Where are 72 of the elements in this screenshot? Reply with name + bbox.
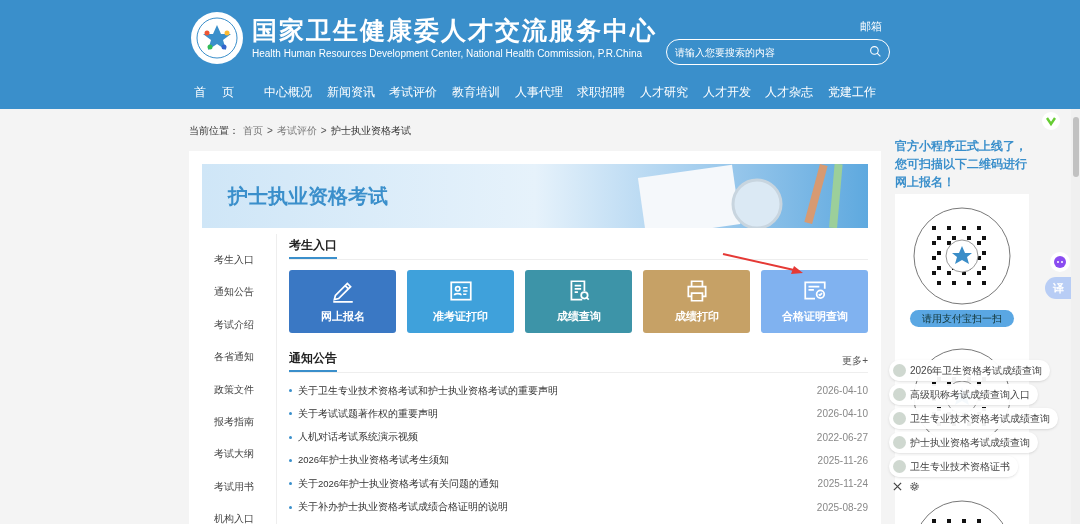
sidebar-item[interactable]: 考试大纲 [202,438,276,471]
nav-item[interactable]: 人才杂志 [761,83,818,101]
floating-link[interactable]: 2026年卫生资格考试成绩查询 [889,360,1051,381]
breadcrumb-link[interactable]: 护士执业资格考试 [330,122,411,138]
floating-link[interactable]: 护士执业资格考试成绩查询 [889,432,1038,453]
bullet-icon [289,389,292,393]
settings-icon[interactable] [910,482,919,491]
notice-link[interactable]: 2026年护士执业资格考试考生须知 [298,453,450,468]
floating-link[interactable]: 卫生专业技术资格证书 [889,456,1018,477]
scan-hint-button[interactable]: 请用支付宝扫一扫 [910,310,1014,327]
sidebar-item[interactable]: 各省通知 [202,341,276,374]
sidebar-item[interactable]: 政策文件 [202,373,276,406]
floating-link[interactable]: 高级职称考试成绩查询入口 [889,384,1038,405]
more-link[interactable]: 更多+ [842,353,868,372]
site-title: 国家卫生健康委人才交流服务中心 [252,15,657,46]
notice-date: 2025-11-26 [817,454,868,469]
notice-date: 2022-06-27 [816,430,868,445]
sidebar-item[interactable]: 考生入口 [202,244,276,277]
notice-date: 2025-08-29 [816,500,868,515]
logo-icon [190,10,244,65]
nav-item[interactable]: 首页 [190,83,254,101]
breadcrumb-label: 当前位置： [189,123,239,138]
assistant-icon[interactable] [1050,252,1070,272]
entry-tile[interactable]: 网上报名 [289,270,396,333]
floating-link[interactable]: 卫生专业技术资格考试成绩查询 [889,408,1058,429]
nav-item[interactable]: 考试评价 [385,83,442,101]
thumbnail-icon [893,412,906,425]
bullet-icon [289,412,292,416]
breadcrumb-link[interactable]: 考试评价 [276,122,317,138]
sidebar-item[interactable]: 机构入口 [202,503,276,524]
nav-item[interactable]: 求职招聘 [573,83,630,101]
bullet-icon [289,435,292,439]
section-title: 通知公告 [289,349,337,372]
nav-item[interactable]: 人才开发 [698,83,755,101]
nav-item[interactable]: 人事代理 [510,83,567,101]
promo-text: 官方小程序正式上线了，您可扫描以下二维码进行网上报名！ [895,138,1028,191]
thumbnail-icon [893,460,906,473]
nav-item[interactable]: 教育培训 [447,83,504,101]
site-subtitle: Health Human Resources Development Center, National Health Commission, P.R.China [252,47,643,61]
nav-item[interactable]: 中心概况 [259,83,316,101]
bullet-icon [289,459,292,463]
close-icon[interactable] [893,482,902,491]
thumbnail-icon [893,388,906,401]
nav-item[interactable]: 新闻资讯 [322,83,379,101]
nav-item[interactable]: 人才研究 [635,83,692,101]
sidebar-item[interactable]: 考试用书 [202,470,276,504]
mail-link[interactable]: 邮箱 [860,18,882,35]
breadcrumb-link[interactable]: 首页 [243,122,263,138]
notice-date: 2026-04-10 [816,407,868,422]
notice-link[interactable]: 关于卫生专业技术资格考试和护士执业资格考试的重要声明 [298,383,558,398]
notice-date: 2025-11-24 [817,477,868,492]
notice-link[interactable]: 关于2026年护士执业资格考试有关问题的通知 [298,476,500,491]
section-title: 考生入口 [289,236,337,259]
banner-title: 护士执业资格考试 [228,184,388,209]
search-field[interactable]: 请输入您要搜索的内容 [666,39,890,66]
entry-tile[interactable]: 成绩查询 [525,270,632,333]
notice-link[interactable]: 关于补办护士执业资格考试成绩合格证明的说明 [298,500,508,515]
search-icon[interactable] [869,44,882,58]
notice-link[interactable]: 人机对话考试系统演示视频 [298,430,418,445]
notice-link[interactable]: 关于考试试题著作权的重要声明 [298,406,438,422]
bullet-icon [289,482,292,486]
nav-item[interactable]: 党建工作 [823,83,880,101]
sidebar-item[interactable]: 考试介绍 [202,308,276,342]
bullet-icon [289,505,292,509]
thumbnail-icon [893,364,906,377]
sidebar-item[interactable]: 通知公告 [202,276,276,309]
check-badge-icon[interactable] [1042,112,1060,130]
notice-date: 2026-04-10 [816,384,868,399]
sidebar-item[interactable]: 报考指南 [202,405,276,439]
breadcrumb-separator: > [320,123,327,138]
thumbnail-icon [893,436,906,449]
breadcrumb-separator: > [267,123,273,138]
